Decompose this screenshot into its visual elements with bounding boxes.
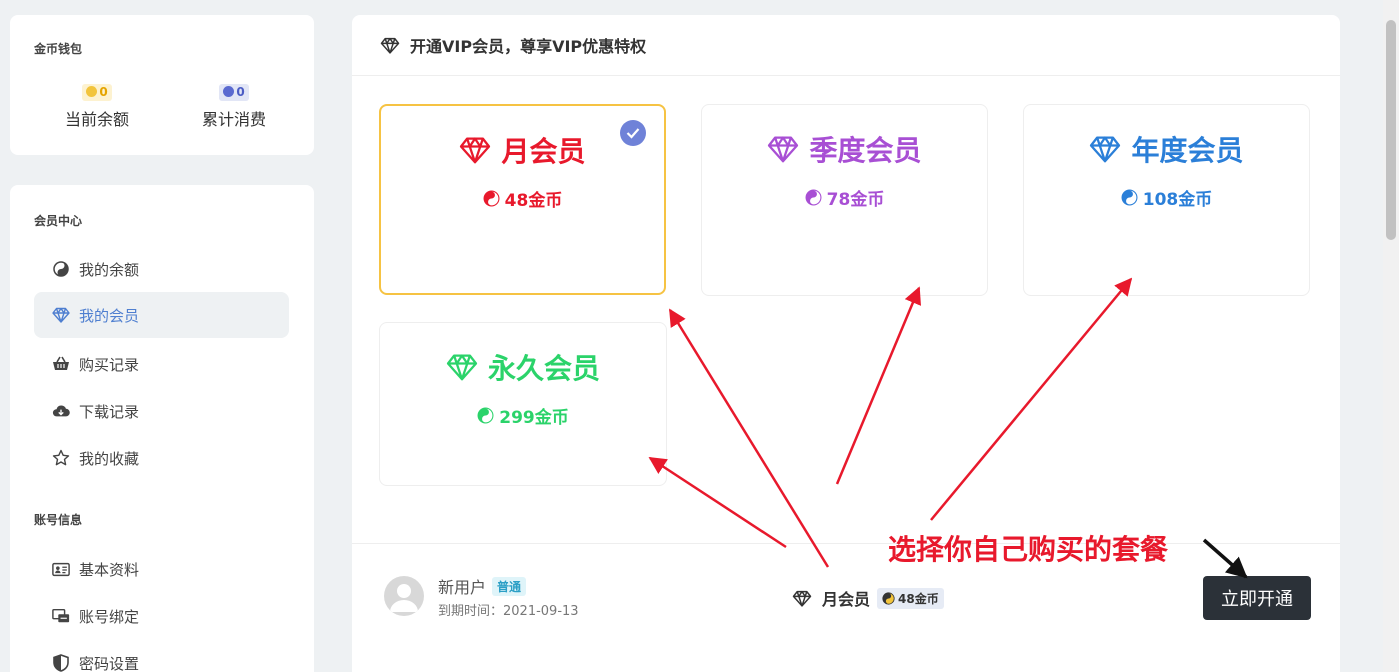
section-title-member: 会员中心 (34, 214, 83, 228)
selected-plan-name: 月会员 (822, 590, 871, 609)
sidebar-nav: 会员中心 我的余额 我的会员 购买记录 下载记录 我的收藏 账号信息 基本资料 … (10, 185, 314, 672)
plan-card-lifetime[interactable]: 永久会员 299金币 (379, 322, 667, 486)
check-icon (620, 120, 646, 146)
sidebar-item-label: 基本资料 (79, 560, 140, 579)
sidebar-item-favorites[interactable]: 我的收藏 (34, 435, 289, 481)
balance-value: 0 (99, 85, 108, 99)
selected-plan-info: 月会员 48金币 (792, 586, 944, 610)
sidebar-item-label: 我的收藏 (79, 449, 140, 468)
plan-price-row: 108金币 (1024, 185, 1309, 210)
sidebar-item-binding[interactable]: 账号绑定 (34, 593, 289, 639)
yin-yang-icon (52, 260, 70, 278)
cloud-download-icon (52, 402, 70, 420)
sidebar-item-password[interactable]: 密码设置 (34, 640, 289, 672)
balance-label: 当前余额 (64, 110, 129, 129)
yin-yang-icon (483, 190, 500, 207)
selected-plan-price-text: 48金币 (898, 591, 939, 606)
diamond-icon (460, 137, 491, 164)
star-icon (52, 449, 70, 467)
user-name: 新用户 (438, 578, 487, 597)
balance-stat: 0 当前余额 (37, 81, 157, 130)
selected-plan-price: 48金币 (877, 587, 944, 609)
yin-yang-icon (1121, 189, 1138, 206)
coin-icon (86, 86, 98, 97)
spent-badge: 0 (219, 84, 249, 101)
sidebar-item-purchases[interactable]: 购买记录 (34, 341, 289, 387)
sidebar-item-balance[interactable]: 我的余额 (34, 246, 289, 292)
shield-icon (52, 654, 70, 672)
sidebar-item-profile[interactable]: 基本资料 (34, 546, 289, 592)
wallet-title: 金币钱包 (34, 42, 83, 56)
link-icon (52, 607, 70, 625)
plan-name-row: 永久会员 (380, 347, 666, 387)
plan-price: 299金币 (499, 408, 569, 428)
plan-price-row: 48金币 (381, 186, 664, 211)
sidebar-item-downloads[interactable]: 下载记录 (34, 388, 289, 434)
plan-price-row: 299金币 (380, 403, 666, 428)
order-footer: 新用户 普通 到期时间：2021-09-13 月会员 48金币 立即开通 (352, 543, 1340, 672)
sidebar-item-label: 账号绑定 (79, 607, 140, 626)
diamond-icon (768, 136, 799, 163)
diamond-icon (1090, 136, 1121, 163)
spent-value: 0 (236, 85, 245, 99)
panel-header: 开通VIP会员，尊享VIP优惠特权 (352, 15, 1340, 76)
diamond-icon (380, 37, 400, 54)
wallet-card: 金币钱包 0 当前余额 0 累计消费 (10, 15, 314, 155)
diamond-icon (52, 306, 70, 324)
coin-icon (223, 86, 235, 97)
plan-name-row: 季度会员 (702, 129, 987, 169)
diamond-icon (792, 590, 812, 607)
vip-panel: 开通VIP会员，尊享VIP优惠特权 月会员 48金币 季度会员 78金币 年度会… (352, 15, 1340, 672)
id-card-icon (52, 560, 70, 578)
plan-price: 48金币 (504, 191, 563, 211)
plan-name: 年度会员 (1131, 134, 1244, 167)
basket-icon (52, 355, 70, 373)
sidebar-item-label: 我的会员 (79, 306, 140, 325)
sidebar-item-label: 我的余额 (79, 260, 140, 279)
spent-stat: 0 累计消费 (174, 81, 294, 130)
balance-badge: 0 (82, 84, 112, 101)
sidebar-item-label: 下载记录 (79, 402, 140, 421)
diamond-icon (446, 354, 478, 381)
plan-name-row: 年度会员 (1024, 129, 1309, 169)
sidebar-item-membership[interactable]: 我的会员 (34, 292, 289, 338)
plan-name: 永久会员 (487, 352, 600, 385)
plan-name: 月会员 (501, 135, 586, 168)
plan-price: 108金币 (1142, 190, 1213, 210)
plan-card-monthly[interactable]: 月会员 48金币 (379, 104, 666, 295)
user-name-row: 新用户 普通 (438, 574, 527, 598)
plan-card-yearly[interactable]: 年度会员 108金币 (1023, 104, 1310, 296)
scrollbar-thumb[interactable] (1386, 20, 1396, 240)
yin-yang-icon (805, 189, 822, 206)
activate-button[interactable]: 立即开通 (1203, 576, 1311, 620)
user-level-badge: 普通 (492, 577, 527, 596)
plan-name: 季度会员 (809, 134, 922, 167)
plan-card-quarterly[interactable]: 季度会员 78金币 (701, 104, 988, 296)
section-title-account: 账号信息 (34, 513, 83, 527)
plan-price-row: 78金币 (702, 185, 987, 210)
yin-yang-icon (477, 407, 494, 424)
plan-price: 78金币 (826, 190, 885, 210)
expire-date: 到期时间：2021-09-13 (438, 604, 579, 619)
avatar (384, 576, 424, 616)
panel-title: 开通VIP会员，尊享VIP优惠特权 (410, 37, 647, 56)
yin-yang-icon (882, 591, 895, 605)
sidebar-item-label: 购买记录 (79, 355, 140, 374)
annotation-text: 选择你自己购买的套餐 (888, 533, 1169, 566)
spent-label: 累计消费 (201, 110, 266, 129)
sidebar-item-label: 密码设置 (79, 654, 140, 672)
